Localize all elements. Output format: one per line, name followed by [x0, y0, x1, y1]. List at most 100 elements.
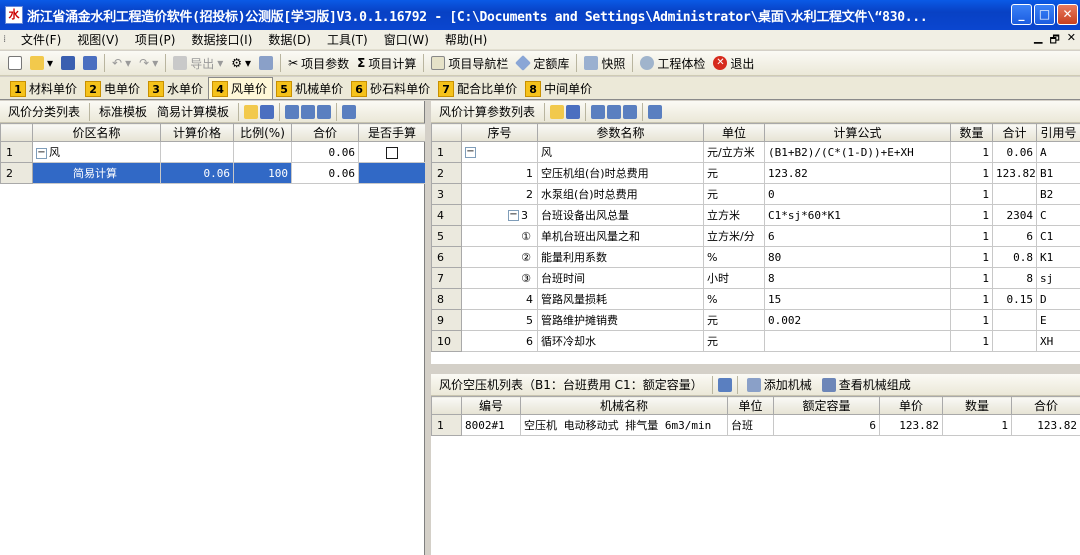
col-quantity[interactable]: 数量 — [950, 123, 993, 142]
col-total[interactable]: 合计 — [992, 123, 1037, 142]
wrench-icon: ✂ — [288, 56, 299, 70]
undo-icon: ↶ — [112, 56, 123, 70]
menu-project[interactable]: 项目(P) — [127, 30, 184, 50]
menu-view[interactable]: 视图(V) — [69, 30, 127, 50]
table-row[interactable]: 1 8002#1 空压机 电动移动式 排气量 6m3/min 台班 6 123.… — [431, 414, 1080, 436]
menu-file[interactable]: 文件(F) — [13, 30, 69, 50]
open-folder-button[interactable]: ▾ — [26, 52, 57, 74]
export-button[interactable]: 导出 ▾ — [169, 52, 227, 74]
menu-window[interactable]: 窗口(W) — [376, 30, 437, 50]
save-all-button[interactable] — [79, 52, 101, 74]
table-row[interactable]: 3 2 水泵组(台)时总费用 元 0 1 B2 — [431, 183, 1080, 205]
wind-category-pane: 风价分类列表 标准模板 简易计算模板 价区名称 计算价格 比例(%) 合价 是否… — [0, 101, 426, 555]
menu-data[interactable]: 数据(D) — [260, 30, 319, 50]
mdi-minimize-button[interactable]: ▁ — [1034, 31, 1042, 50]
folder-icon[interactable] — [244, 104, 259, 119]
simple-calc-template-button[interactable]: 简易计算模板 — [153, 103, 233, 120]
add-machine-button[interactable]: 添加机械 — [743, 374, 816, 396]
col-seq[interactable]: 序号 — [461, 123, 538, 142]
menu-help[interactable]: 帮助(H) — [437, 30, 495, 50]
manual-calc-checkbox[interactable] — [386, 146, 398, 159]
col-ref[interactable]: 引用号 — [1036, 123, 1080, 142]
tab-electric-price[interactable]: 2 电单价 — [82, 78, 145, 99]
col-manual-calc[interactable]: 是否手算 — [358, 123, 426, 142]
table-row[interactable]: 2 1 空压机组(台)时总费用 元 123.82 1 123.82 B1 — [431, 162, 1080, 184]
tab-material-price[interactable]: 1 材料单价 — [7, 78, 82, 99]
export-list-icon[interactable] — [648, 104, 663, 119]
col-unit-price[interactable]: 单价 — [879, 396, 943, 415]
table-row[interactable]: 7 ③ 台班时间 小时 8 1 8 sj — [431, 267, 1080, 289]
delete-row-icon[interactable] — [317, 104, 332, 119]
save-icon[interactable] — [566, 104, 581, 119]
tab-water-price[interactable]: 3 水单价 — [145, 78, 208, 99]
collapse-icon[interactable]: − — [36, 147, 47, 159]
table-row[interactable]: 1 − 风 元/立方米 (B1+B2)/(C*(1-D))+E+XH 1 0.0… — [431, 141, 1080, 163]
minimize-button[interactable]: _ — [1011, 4, 1032, 25]
insert-child-icon[interactable] — [607, 104, 622, 119]
col-rated-capacity[interactable]: 额定容量 — [773, 396, 880, 415]
table-row[interactable]: 8 4 管路风量损耗 % 15 1 0.15 D — [431, 288, 1080, 310]
col-unit[interactable]: 单位 — [703, 123, 765, 142]
collapse-icon[interactable]: − — [465, 147, 476, 158]
wind-category-list-label[interactable]: 风价分类列表 — [4, 103, 84, 120]
col-total[interactable]: 合价 — [1011, 396, 1080, 415]
tab-mix-ratio-price[interactable]: 7 配合比单价 — [435, 78, 522, 99]
compressor-pane-toolbar: 风价空压机列表（B1：台班费用 C1：额定容量） 添加机械 查看机械组成 — [431, 374, 1080, 396]
col-quantity[interactable]: 数量 — [942, 396, 1012, 415]
table-row[interactable]: 2 简易计算 0.06 100 0.06 — [0, 162, 426, 184]
save-icon[interactable] — [260, 104, 275, 119]
view-machine-button[interactable]: 查看机械组成 — [818, 374, 915, 396]
col-machine-name[interactable]: 机械名称 — [520, 396, 728, 415]
new-file-button[interactable] — [4, 52, 26, 74]
table-row[interactable]: 6 ② 能量利用系数 % 80 1 0.8 K1 — [431, 246, 1080, 268]
col-param-name[interactable]: 参数名称 — [537, 123, 704, 142]
project-calc-button[interactable]: Σ 项目计算 — [353, 52, 420, 74]
export-list-icon[interactable] — [717, 377, 732, 392]
collapse-icon[interactable]: − — [508, 210, 519, 221]
undo-button[interactable]: ↶ ▾ — [108, 52, 135, 74]
col-price-zone-name[interactable]: 价区名称 — [32, 123, 161, 142]
table-row[interactable]: 4 −3 台班设备出风总量 立方米 C1*sj*60*K1 1 2304 C — [431, 204, 1080, 226]
project-params-button[interactable]: ✂ 项目参数 — [284, 52, 353, 74]
table-row[interactable]: 5 ① 单机台班出风量之和 立方米/分 6 1 6 C1 — [431, 225, 1080, 247]
maximize-button[interactable]: □ — [1034, 4, 1055, 25]
project-nav-button[interactable]: 项目导航栏 — [427, 52, 512, 74]
standard-template-button[interactable]: 标准模板 — [95, 103, 151, 120]
horizontal-splitter[interactable] — [431, 364, 1080, 374]
menu-data-interface[interactable]: 数据接口(I) — [183, 30, 260, 50]
left-pane-toolbar: 风价分类列表 标准模板 简易计算模板 — [0, 101, 424, 123]
insert-row-icon[interactable] — [285, 104, 300, 119]
calculator-button[interactable] — [255, 52, 277, 74]
export-list-icon[interactable] — [342, 104, 357, 119]
delete-row-icon[interactable] — [623, 104, 638, 119]
mdi-restore-button[interactable]: 🗗 — [1049, 31, 1059, 50]
tab-wind-price[interactable]: 4 风单价 — [208, 77, 274, 99]
tab-intermediate-price[interactable]: 8 中间单价 — [522, 78, 597, 99]
close-button[interactable]: ✕ — [1057, 4, 1078, 25]
insert-row-icon[interactable] — [591, 104, 606, 119]
folder-icon[interactable] — [550, 104, 565, 119]
col-ratio[interactable]: 比例(%) — [233, 123, 292, 142]
tab-sand-stone-price[interactable]: 6 砂石料单价 — [348, 78, 435, 99]
exit-button[interactable]: ✕ 退出 — [709, 52, 758, 74]
snapshot-icon — [584, 56, 599, 70]
compressor-table: 编号 机械名称 单位 额定容量 单价 数量 合价 1 8002#1 空压机 电动… — [431, 396, 1080, 436]
project-check-button[interactable]: 工程体检 — [636, 52, 709, 74]
col-unit[interactable]: 单位 — [727, 396, 774, 415]
table-row[interactable]: 10 6 循环冷却水 元 1 XH — [431, 330, 1080, 352]
insert-child-icon[interactable] — [301, 104, 316, 119]
col-total[interactable]: 合价 — [291, 123, 359, 142]
table-row[interactable]: 1 − 风 0.06 — [0, 141, 426, 163]
snapshot-button[interactable]: 快照 — [580, 52, 629, 74]
col-formula[interactable]: 计算公式 — [764, 123, 951, 142]
table-row[interactable]: 9 5 管路维护摊销费 元 0.002 1 E — [431, 309, 1080, 331]
tab-machine-price[interactable]: 5 机械单价 — [273, 78, 348, 99]
col-calc-price[interactable]: 计算价格 — [160, 123, 234, 142]
quota-lib-button[interactable]: 定额库 — [512, 52, 573, 74]
redo-button[interactable]: ↷ ▾ — [135, 52, 162, 74]
col-code[interactable]: 编号 — [461, 396, 521, 415]
save-button[interactable] — [57, 52, 79, 74]
menu-tools[interactable]: 工具(T) — [319, 30, 376, 50]
mdi-close-button[interactable]: ✕ — [1067, 31, 1076, 50]
tree-button[interactable]: ⚙ ▾ — [227, 52, 255, 74]
